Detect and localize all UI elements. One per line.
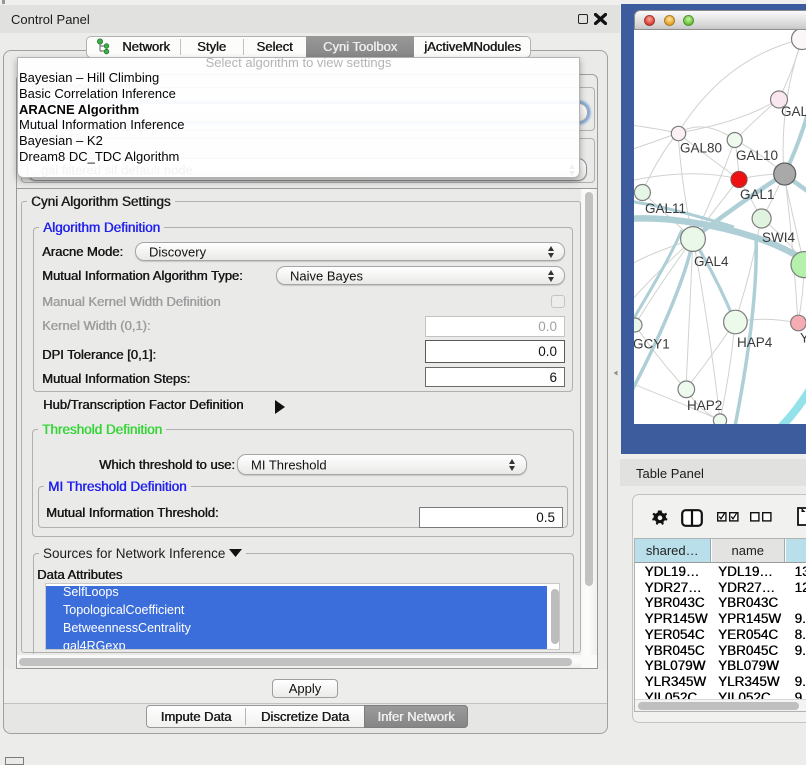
svg-text:GAL7: GAL7 bbox=[781, 104, 806, 119]
svg-text:GAL11: GAL11 bbox=[645, 201, 686, 216]
svg-text:HAP4: HAP4 bbox=[737, 335, 773, 350]
svg-text:GCY1: GCY1 bbox=[634, 337, 670, 352]
svg-text:GAL10: GAL10 bbox=[736, 148, 778, 163]
svg-text:GAL4: GAL4 bbox=[694, 254, 729, 269]
svg-text:GAL80: GAL80 bbox=[680, 141, 722, 156]
svg-text:GAL1: GAL1 bbox=[740, 187, 775, 202]
svg-text:Y: Y bbox=[800, 331, 806, 346]
svg-text:HAP2: HAP2 bbox=[687, 398, 722, 413]
svg-text:SWI4: SWI4 bbox=[762, 230, 795, 245]
